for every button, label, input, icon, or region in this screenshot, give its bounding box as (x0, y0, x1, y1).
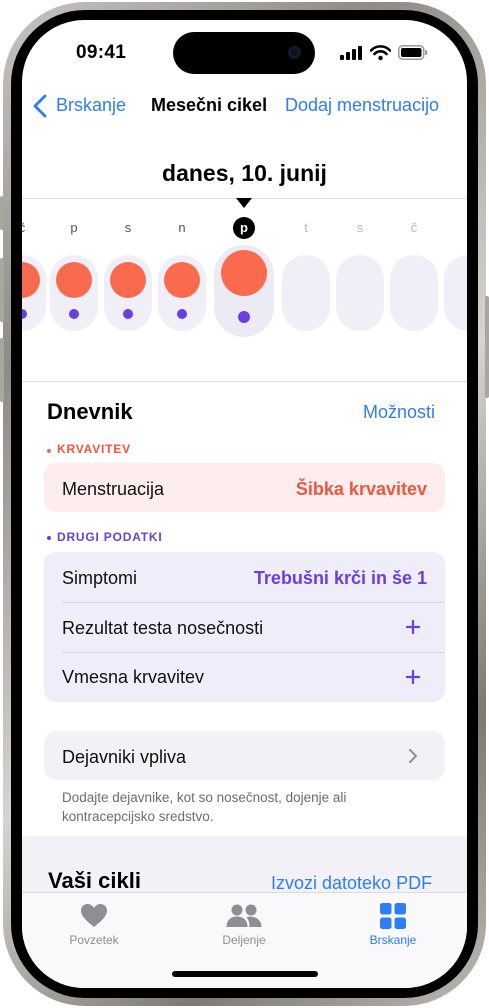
add-pregnancy-test-plus-icon[interactable] (406, 620, 420, 634)
calendar-day[interactable] (282, 255, 330, 331)
grid-icon (380, 903, 406, 929)
cycles-title: Vaši cikli (48, 868, 141, 893)
period-flow-marker (221, 250, 267, 296)
calendar-day[interactable] (336, 255, 384, 331)
screen: 09:41 Brskanje Mesečni cikel Dodaj menst… (22, 20, 467, 988)
bleeding-category-dot (47, 449, 51, 453)
symptoms-value: Trebušni krči in še 1 (253, 568, 427, 588)
add-spotting-plus-icon[interactable] (406, 670, 420, 684)
battery-icon (398, 45, 428, 60)
logged-data-dot (123, 309, 133, 319)
export-pdf-button[interactable]: Izvozi datoteko PDF (271, 873, 432, 894)
add-period-button[interactable]: Dodaj menstruacijo (285, 95, 439, 116)
camera-dot (288, 46, 301, 59)
period-flow-marker (110, 262, 146, 298)
day-letter: s (124, 220, 132, 235)
day-letter: č (410, 220, 418, 235)
spotting-row[interactable]: Vmesna krvavitev (44, 652, 445, 702)
options-button[interactable]: Možnosti (363, 402, 435, 423)
side-button-left-2 (0, 258, 4, 322)
logged-data-dot (177, 309, 187, 319)
calendar-day[interactable] (390, 255, 438, 331)
heart-icon (81, 904, 107, 927)
chevron-right-icon (409, 749, 417, 763)
side-button-right (485, 296, 489, 398)
status-time: 09:41 (76, 42, 127, 63)
cellular-signal-icon (340, 46, 362, 60)
side-button-left-3 (0, 338, 4, 402)
page-title: Mesečni cikel (151, 95, 268, 115)
logged-data-dot (69, 309, 79, 319)
side-button-left-1 (0, 196, 4, 230)
calendar-day[interactable] (444, 255, 467, 331)
other-data-category-dot (47, 536, 51, 540)
day-letter: s (356, 220, 364, 235)
day-letter: č (22, 220, 26, 235)
logged-data-dot (238, 311, 250, 323)
factors-row[interactable]: Dejavniki vpliva (44, 731, 445, 780)
pregnancy-test-row[interactable]: Rezultat testa nosečnosti (44, 602, 445, 652)
selected-date-title: danes, 10. junij (162, 160, 327, 186)
menstruation-value: Šibka krvavitev (295, 479, 427, 499)
tab-sharing-label: Deljenje (222, 933, 266, 947)
people-icon (226, 904, 262, 927)
today-pointer-icon (236, 198, 252, 208)
day-letter-today: p (233, 217, 255, 239)
bleeding-category-label: KRVAVITEV (57, 442, 131, 456)
home-indicator[interactable] (172, 971, 318, 977)
symptoms-label: Simptomi (62, 568, 138, 588)
menstruation-row[interactable]: Menstruacija Šibka krvavitev (44, 463, 445, 512)
calendar-bottom-divider (22, 381, 467, 382)
tab-summary-label: Povzetek (69, 933, 119, 947)
wifi-icon (370, 45, 391, 61)
day-letter: p (70, 220, 78, 235)
factors-label: Dejavniki vpliva (62, 747, 187, 767)
tab-browse-label: Brskanje (369, 933, 417, 947)
symptoms-row[interactable]: Simptomi Trebušni krči in še 1 (44, 552, 445, 602)
day-letter: n (178, 220, 186, 235)
other-data-category-label: DRUGI PODATKI (57, 530, 163, 544)
period-flow-marker (56, 262, 92, 298)
factors-hint: Dodajte dejavnike, kot so nosečnost, doj… (62, 790, 347, 824)
pregnancy-test-label: Rezultat testa nosečnosti (62, 618, 264, 638)
spotting-label: Vmesna krvavitev (62, 667, 205, 687)
back-chevron-icon[interactable] (30, 93, 52, 119)
period-flow-marker (164, 262, 200, 298)
menstruation-label: Menstruacija (62, 479, 165, 499)
journal-title: Dnevnik (47, 399, 133, 424)
back-button[interactable]: Brskanje (56, 95, 126, 116)
day-letter: t (304, 220, 308, 235)
